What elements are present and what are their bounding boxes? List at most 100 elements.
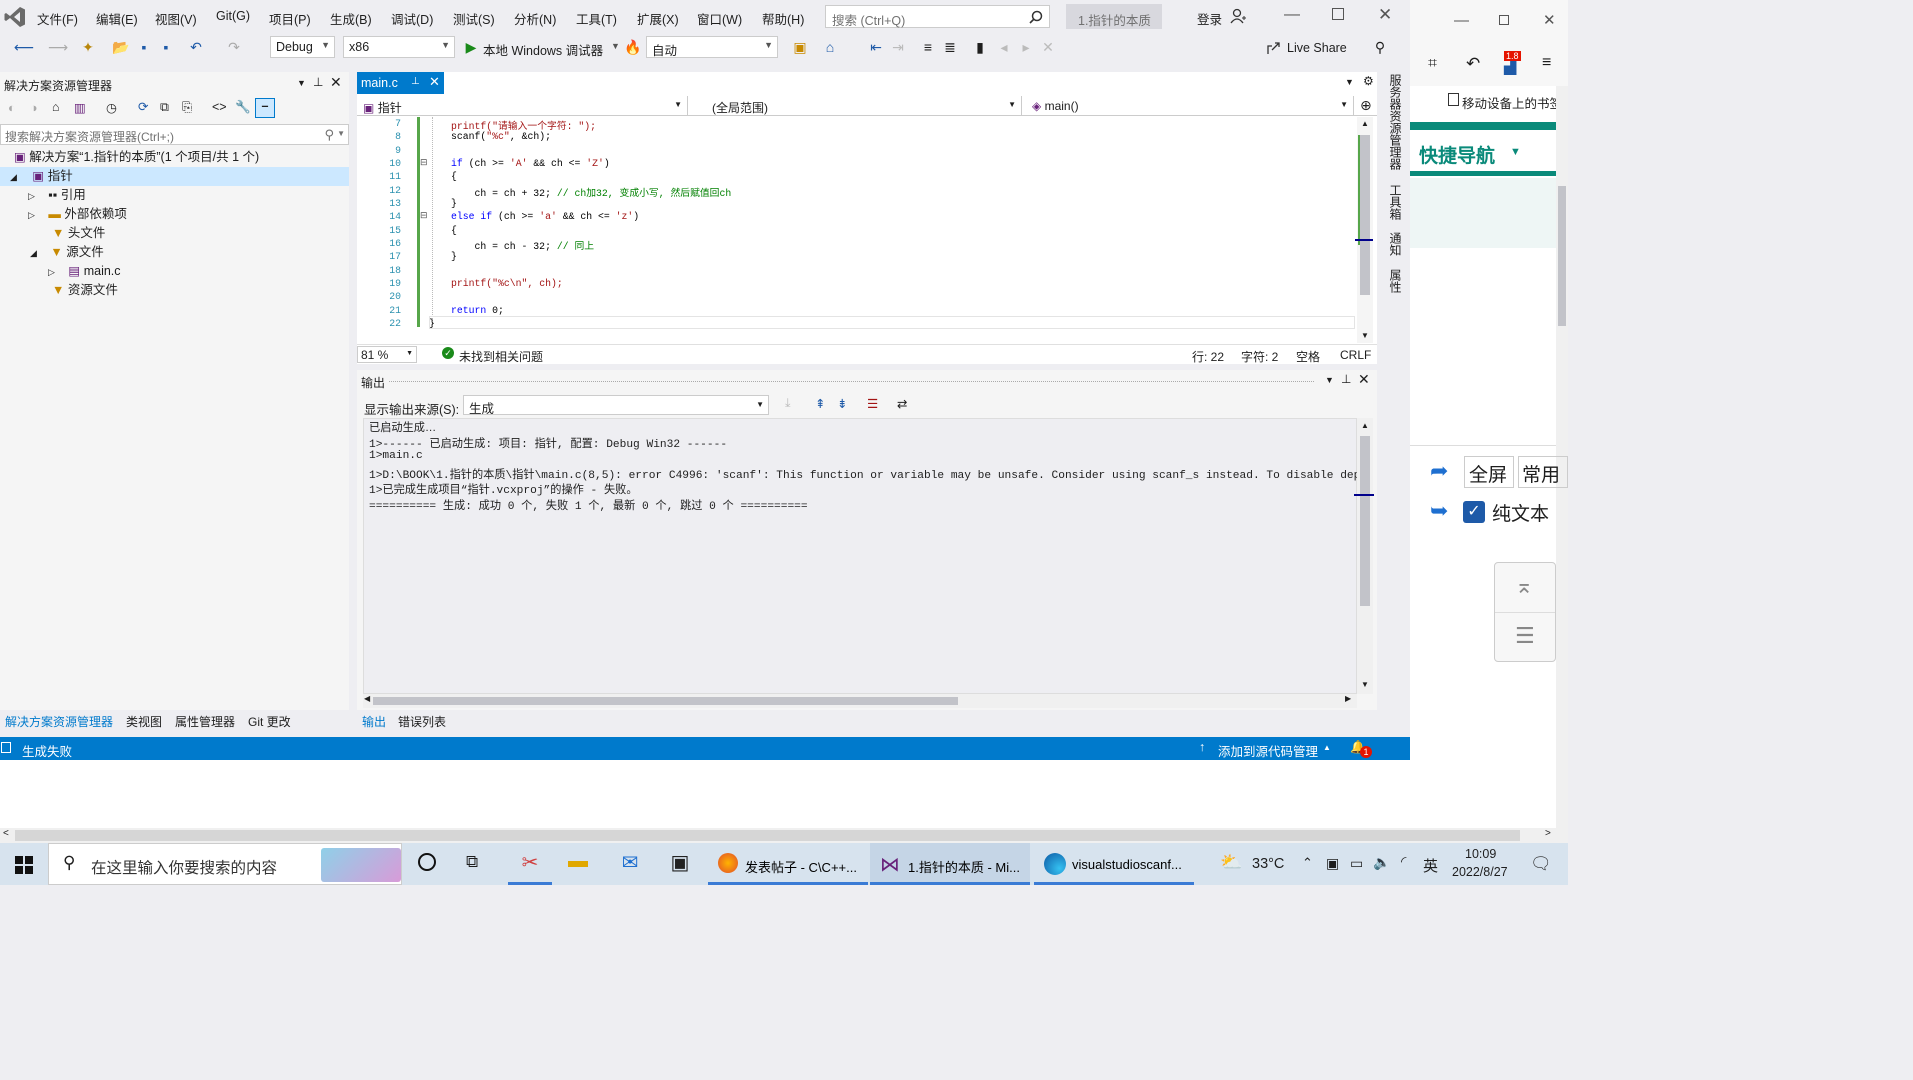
- switch-view-icon[interactable]: ▥: [74, 100, 86, 115]
- pending-changes-icon[interactable]: ◷: [106, 100, 117, 115]
- minimize-icon[interactable]: —: [1454, 12, 1469, 29]
- start-debugger-button[interactable]: 本地 Windows 调试器: [483, 40, 603, 59]
- weather-icon[interactable]: ⛅: [1220, 852, 1242, 873]
- mobile-bookmarks-link[interactable]: 移动设备上的书签: [1462, 93, 1562, 112]
- scroll-down-icon[interactable]: ▼: [1361, 680, 1369, 689]
- panel-menu-icon[interactable]: ▼: [297, 78, 306, 88]
- scroll-left-icon[interactable]: ◀: [364, 694, 370, 703]
- taskbar-edge[interactable]: visualstudioscanf...: [1034, 843, 1194, 885]
- next-message-icon[interactable]: ⇟: [837, 396, 847, 411]
- redo-icon[interactable]: ↷: [226, 39, 242, 55]
- tab-class-view[interactable]: 类视图: [126, 713, 162, 730]
- gear-icon[interactable]: ⚙: [1363, 74, 1374, 88]
- taskbar-mail[interactable]: ✉: [608, 843, 652, 885]
- whitespace-indicator[interactable]: 空格: [1296, 348, 1320, 365]
- tree-item-main-c[interactable]: ▷ ▤ main.c: [48, 262, 121, 281]
- scroll-left-icon[interactable]: <: [3, 828, 9, 839]
- taskbar-visual-studio[interactable]: ⋈ 1.指针的本质 - Mi...: [870, 843, 1030, 885]
- prev-message-icon[interactable]: ⇞: [815, 396, 825, 411]
- sync-icon[interactable]: ⟳: [138, 99, 148, 114]
- scrollbar-thumb[interactable]: [15, 830, 1520, 841]
- hot-reload-icon[interactable]: 🔥: [624, 39, 641, 55]
- find-message-icon[interactable]: ⤓: [785, 396, 791, 411]
- menu-icon[interactable]: ≡: [1542, 54, 1551, 72]
- scrollbar-thumb[interactable]: [1558, 186, 1566, 326]
- menu-view[interactable]: 视图(V): [155, 9, 197, 28]
- tree-item-external-deps[interactable]: ▷ ▬ 外部依赖项: [28, 205, 127, 224]
- tree-item-sources[interactable]: ◢ ▼ 源文件: [30, 243, 104, 262]
- vertical-scrollbar[interactable]: ▲ ▼: [1354, 418, 1374, 694]
- plain-text-checkbox[interactable]: ✓: [1463, 501, 1485, 523]
- collapse-icon[interactable]: ⊟: [420, 157, 428, 168]
- window-horizontal-scrollbar[interactable]: < >: [0, 828, 1568, 843]
- panel-menu-icon[interactable]: ▼: [1325, 375, 1334, 385]
- tab-main-c[interactable]: main.c ⊥ ✕: [357, 72, 444, 94]
- tab-toolbox[interactable]: 工具箱: [1387, 184, 1404, 220]
- tab-notifications[interactable]: 通知: [1387, 232, 1404, 256]
- eol-indicator[interactable]: CRLF: [1340, 348, 1371, 362]
- menu-project[interactable]: 项目(P): [269, 9, 311, 28]
- search-input[interactable]: 搜索 (Ctrl+Q): [825, 5, 1050, 28]
- crop-icon[interactable]: ⌗: [1428, 55, 1437, 73]
- forward-icon[interactable]: ⟶: [48, 39, 68, 55]
- ime-indicator[interactable]: 英: [1423, 855, 1438, 876]
- step-icon[interactable]: ⇤: [868, 39, 884, 55]
- scroll-up-icon[interactable]: ▲: [1361, 119, 1369, 128]
- live-share-button[interactable]: Live Share: [1287, 41, 1347, 55]
- chevron-up-icon[interactable]: ⌃: [1302, 855, 1313, 871]
- prev-bookmark-icon[interactable]: ◂: [996, 39, 1012, 55]
- windows-start-icon[interactable]: [15, 856, 33, 874]
- tab-properties[interactable]: 属性: [1387, 269, 1404, 293]
- play-icon[interactable]: ▶: [463, 39, 479, 55]
- output-source-dropdown[interactable]: 生成 ▼: [463, 395, 769, 416]
- clock-date[interactable]: 2022/8/27: [1452, 865, 1508, 879]
- split-icon[interactable]: ⊕: [1360, 97, 1372, 114]
- output-text-area[interactable]: 已启动生成… 1>------ 已启动生成: 项目: 指针, 配置: Debug…: [363, 418, 1367, 694]
- home-icon[interactable]: ⌂: [52, 100, 60, 114]
- issues-status[interactable]: 未找到相关问题: [459, 348, 543, 365]
- forward-icon[interactable]: ◑: [30, 101, 38, 115]
- menu-extensions[interactable]: 扩展(X): [637, 9, 679, 28]
- tab-server-explorer[interactable]: 服务器资源管理器: [1387, 74, 1404, 170]
- outdent-icon[interactable]: ≣: [942, 39, 958, 55]
- function-dropdown[interactable]: ◈ main() ▼: [1026, 96, 1354, 116]
- menu-git[interactable]: Git(G): [216, 9, 250, 23]
- undo-icon[interactable]: ↶: [188, 39, 204, 55]
- forward-arrow-icon[interactable]: ➥: [1430, 498, 1448, 524]
- vertical-scrollbar[interactable]: ▲ ▼: [1355, 117, 1373, 343]
- taskbar-snipping-tool[interactable]: ✂: [508, 843, 552, 885]
- volume-icon[interactable]: 🔈: [1373, 854, 1390, 871]
- show-all-files-icon[interactable]: ⎘: [182, 100, 192, 115]
- properties-icon[interactable]: 🔧: [235, 100, 251, 115]
- back-icon[interactable]: ◐: [8, 101, 16, 115]
- bookmark-icon[interactable]: ▮: [972, 39, 988, 55]
- close-icon[interactable]: ✕: [1358, 371, 1370, 388]
- project-dropdown[interactable]: ▣ 指针 ▼: [357, 96, 688, 116]
- tab-property-manager[interactable]: 属性管理器: [175, 713, 235, 730]
- close-icon[interactable]: ✕: [1378, 5, 1392, 25]
- common-button[interactable]: 常用: [1518, 456, 1568, 488]
- collapse-icon[interactable]: ⊟: [420, 210, 428, 221]
- temperature[interactable]: 33°C: [1252, 856, 1284, 872]
- menu-edit[interactable]: 编辑(E): [96, 9, 138, 28]
- menu-build[interactable]: 生成(B): [330, 9, 372, 28]
- task-view-icon[interactable]: ⧉: [466, 852, 478, 872]
- clock-time[interactable]: 10:09: [1465, 847, 1496, 861]
- browser-link-icon[interactable]: ⌂: [822, 39, 838, 55]
- clear-all-icon[interactable]: ☰: [867, 396, 878, 411]
- tree-item-headers[interactable]: ▼ 头文件: [52, 224, 105, 243]
- undo-icon[interactable]: ↶: [1466, 54, 1480, 74]
- menu-window[interactable]: 窗口(W): [697, 9, 742, 28]
- clear-bookmarks-icon[interactable]: ✕: [1040, 39, 1056, 55]
- account-icon[interactable]: [1230, 8, 1246, 24]
- tree-item-resources[interactable]: ▼ 资源文件: [52, 281, 118, 300]
- next-bookmark-icon[interactable]: ▸: [1018, 39, 1034, 55]
- menu-file[interactable]: 文件(F): [37, 9, 78, 28]
- scrollbar-thumb[interactable]: [1360, 135, 1370, 295]
- scroll-up-icon[interactable]: ▲: [1361, 421, 1369, 430]
- tab-solution-explorer[interactable]: 解决方案资源管理器: [5, 713, 113, 730]
- save-all-icon[interactable]: ▪: [158, 39, 174, 55]
- tab-list-icon[interactable]: ▼: [1345, 77, 1354, 87]
- back-icon[interactable]: ⟵: [14, 39, 34, 55]
- tree-item-references[interactable]: ▷ ▪▪ 引用: [28, 186, 86, 205]
